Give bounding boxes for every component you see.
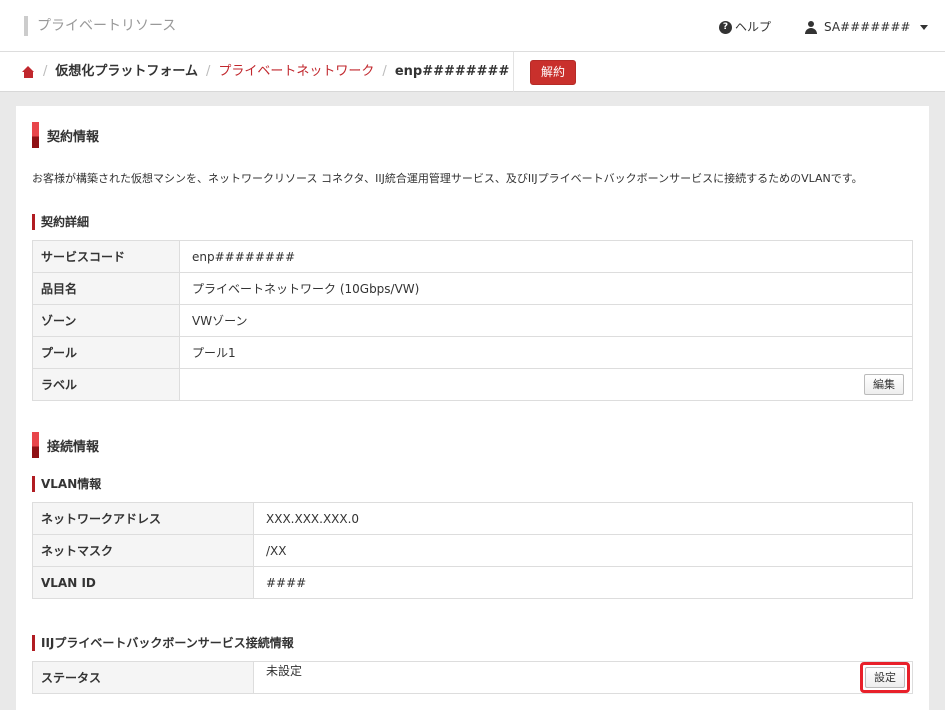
set-button[interactable]: 設定 (865, 667, 905, 688)
breadcrumb: / 仮想化プラットフォーム / プライベートネットワーク / enp######… (22, 64, 509, 80)
backbone-info-table: ステータス 未設定 設定 (32, 661, 913, 694)
table-row: ステータス 未設定 設定 (32, 661, 913, 694)
breadcrumb-item-private-network[interactable]: プライベートネットワーク (218, 64, 374, 80)
row-value: XXX.XXX.XXX.0 (253, 502, 913, 535)
status-value-cell: 未設定 設定 (253, 661, 913, 694)
cancel-contract-button[interactable]: 解約 (530, 60, 576, 85)
main-panel: 契約情報 お客様が構築された仮想マシンを、ネットワークリソース コネクタ、IIJ… (16, 106, 929, 710)
table-row: 品目名 プライベートネットワーク (10Gbps/VW) (32, 272, 913, 305)
row-key: ラベル (32, 368, 180, 401)
row-value: enp######## (179, 240, 913, 273)
row-key: ゾーン (32, 304, 180, 337)
user-menu[interactable]: SA####### (805, 19, 929, 35)
row-value: VWゾーン (179, 304, 913, 337)
question-circle-icon: ? (719, 20, 732, 34)
section-contract: 契約情報 (32, 122, 99, 148)
section-marker (32, 122, 39, 148)
top-bar: プライベートリソース ? ヘルプ SA####### (0, 0, 945, 52)
breadcrumb-item-platform[interactable]: 仮想化プラットフォーム (55, 64, 198, 80)
help-label: ヘルプ (735, 20, 772, 34)
table-row: ゾーン VWゾーン (32, 304, 913, 337)
highlight-box: 設定 (860, 662, 910, 693)
section-title: 接続情報 (47, 439, 100, 455)
help-link[interactable]: ? ヘルプ (719, 19, 771, 35)
row-key: サービスコード (32, 240, 180, 273)
row-value: /XX (253, 534, 913, 567)
row-key: プール (32, 336, 180, 369)
breadcrumb-separator: / (43, 64, 48, 79)
label-value-cell: 編集 (179, 368, 913, 401)
user-name: SA####### (824, 20, 911, 34)
vlan-info-title: VLAN情報 (32, 476, 101, 492)
row-value: プール1 (179, 336, 913, 369)
section-title: 契約情報 (47, 129, 100, 145)
section-marker (32, 432, 39, 458)
section-connection: 接続情報 (32, 432, 99, 458)
contract-detail-title: 契約詳細 (32, 214, 89, 230)
row-value: プライベートネットワーク (10Gbps/VW) (179, 272, 913, 305)
breadcrumb-bar: / 仮想化プラットフォーム / プライベートネットワーク / enp######… (0, 52, 945, 92)
table-row: ネットワークアドレス XXX.XXX.XXX.0 (32, 502, 913, 535)
breadcrumb-separator: / (382, 64, 387, 79)
app-title: プライベートリソース (24, 16, 176, 36)
table-row: サービスコード enp######## (32, 240, 913, 273)
table-row: ラベル 編集 (32, 368, 913, 401)
divider (513, 52, 514, 92)
row-value: #### (253, 566, 913, 599)
home-icon[interactable] (22, 66, 35, 78)
edit-label-button[interactable]: 編集 (864, 374, 904, 395)
table-row: ネットマスク /XX (32, 534, 913, 567)
row-key: 品目名 (32, 272, 180, 305)
breadcrumb-item-current: enp######## (394, 64, 510, 79)
caret-down-icon (920, 24, 929, 30)
contract-description: お客様が構築された仮想マシンを、ネットワークリソース コネクタ、IIJ統合運用管… (32, 172, 863, 185)
row-key: ネットマスク (32, 534, 254, 567)
vlan-info-table: ネットワークアドレス XXX.XXX.XXX.0 ネットマスク /XX VLAN… (32, 502, 913, 599)
status-value: 未設定 (266, 664, 303, 678)
row-key: ネットワークアドレス (32, 502, 254, 535)
contract-detail-table: サービスコード enp######## 品目名 プライベートネットワーク (10… (32, 240, 913, 401)
backbone-info-title: IIJプライベートバックボーンサービス接続情報 (32, 635, 294, 651)
breadcrumb-separator: / (206, 64, 211, 79)
row-key: ステータス (32, 661, 254, 694)
table-row: プール プール1 (32, 336, 913, 369)
row-key: VLAN ID (32, 566, 254, 599)
user-icon (805, 20, 817, 34)
table-row: VLAN ID #### (32, 566, 913, 599)
